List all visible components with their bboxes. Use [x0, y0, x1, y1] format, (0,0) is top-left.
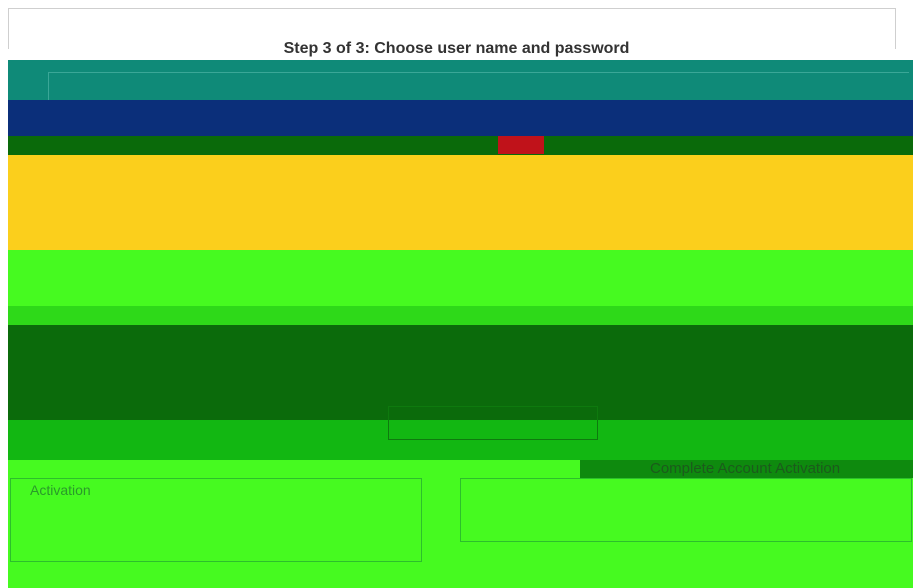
username-input[interactable] [388, 406, 598, 440]
info-band [8, 100, 913, 136]
complete-activation-button[interactable]: Complete Account Activation [650, 460, 840, 477]
field-caption: Activation [30, 482, 91, 498]
error-badge [498, 136, 544, 154]
notice-panel [8, 155, 913, 250]
page-title: Step 3 of 3: Choose user name and passwo… [283, 40, 630, 57]
status-row [8, 136, 913, 156]
teal-banner-inner [48, 72, 909, 103]
form-area-strip [8, 306, 913, 326]
right-panel [460, 478, 912, 542]
